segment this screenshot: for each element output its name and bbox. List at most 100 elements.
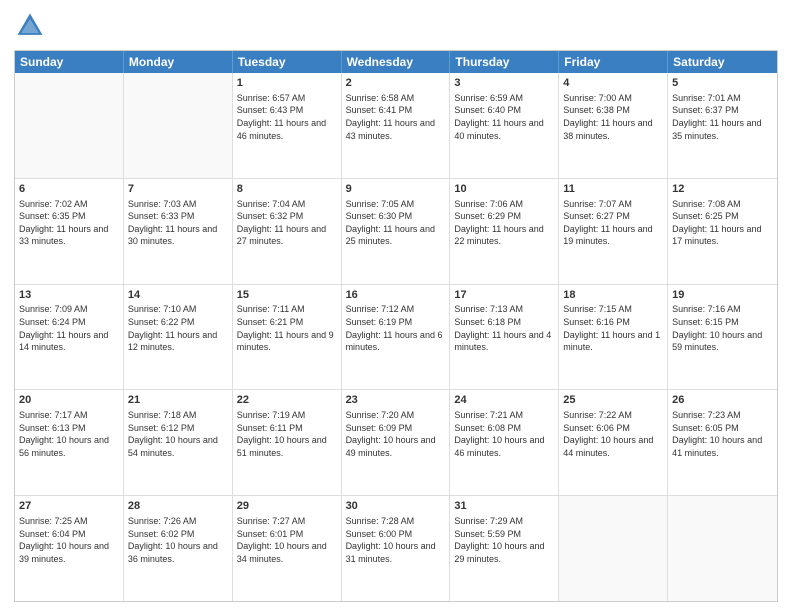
day-number: 31	[454, 499, 554, 514]
cal-cell-22: 22Sunrise: 7:19 AM Sunset: 6:11 PM Dayli…	[233, 390, 342, 495]
day-number: 20	[19, 393, 119, 408]
cal-cell-empty-0-0	[15, 73, 124, 178]
day-number: 28	[128, 499, 228, 514]
cell-info: Sunrise: 7:15 AM Sunset: 6:16 PM Dayligh…	[563, 303, 663, 353]
cell-info: Sunrise: 6:58 AM Sunset: 6:41 PM Dayligh…	[346, 92, 446, 142]
day-number: 4	[563, 76, 663, 91]
cal-cell-21: 21Sunrise: 7:18 AM Sunset: 6:12 PM Dayli…	[124, 390, 233, 495]
cell-info: Sunrise: 7:03 AM Sunset: 6:33 PM Dayligh…	[128, 198, 228, 248]
cell-info: Sunrise: 7:12 AM Sunset: 6:19 PM Dayligh…	[346, 303, 446, 353]
cal-cell-5: 5Sunrise: 7:01 AM Sunset: 6:37 PM Daylig…	[668, 73, 777, 178]
cal-cell-empty-4-6	[668, 496, 777, 601]
cal-cell-19: 19Sunrise: 7:16 AM Sunset: 6:15 PM Dayli…	[668, 285, 777, 390]
day-number: 22	[237, 393, 337, 408]
day-number: 19	[672, 288, 773, 303]
day-number: 26	[672, 393, 773, 408]
header-day-monday: Monday	[124, 51, 233, 73]
calendar-body: 1Sunrise: 6:57 AM Sunset: 6:43 PM Daylig…	[15, 73, 777, 601]
cal-cell-16: 16Sunrise: 7:12 AM Sunset: 6:19 PM Dayli…	[342, 285, 451, 390]
day-number: 9	[346, 182, 446, 197]
header-day-wednesday: Wednesday	[342, 51, 451, 73]
cell-info: Sunrise: 7:08 AM Sunset: 6:25 PM Dayligh…	[672, 198, 773, 248]
cell-info: Sunrise: 7:27 AM Sunset: 6:01 PM Dayligh…	[237, 515, 337, 565]
day-number: 6	[19, 182, 119, 197]
cell-info: Sunrise: 7:02 AM Sunset: 6:35 PM Dayligh…	[19, 198, 119, 248]
cal-cell-25: 25Sunrise: 7:22 AM Sunset: 6:06 PM Dayli…	[559, 390, 668, 495]
cal-cell-2: 2Sunrise: 6:58 AM Sunset: 6:41 PM Daylig…	[342, 73, 451, 178]
day-number: 15	[237, 288, 337, 303]
cell-info: Sunrise: 7:10 AM Sunset: 6:22 PM Dayligh…	[128, 303, 228, 353]
day-number: 1	[237, 76, 337, 91]
cell-info: Sunrise: 7:05 AM Sunset: 6:30 PM Dayligh…	[346, 198, 446, 248]
cell-info: Sunrise: 7:28 AM Sunset: 6:00 PM Dayligh…	[346, 515, 446, 565]
day-number: 24	[454, 393, 554, 408]
day-number: 16	[346, 288, 446, 303]
cal-cell-24: 24Sunrise: 7:21 AM Sunset: 6:08 PM Dayli…	[450, 390, 559, 495]
cell-info: Sunrise: 7:25 AM Sunset: 6:04 PM Dayligh…	[19, 515, 119, 565]
header-day-friday: Friday	[559, 51, 668, 73]
cal-cell-31: 31Sunrise: 7:29 AM Sunset: 5:59 PM Dayli…	[450, 496, 559, 601]
cal-cell-10: 10Sunrise: 7:06 AM Sunset: 6:29 PM Dayli…	[450, 179, 559, 284]
day-number: 11	[563, 182, 663, 197]
cell-info: Sunrise: 7:20 AM Sunset: 6:09 PM Dayligh…	[346, 409, 446, 459]
day-number: 30	[346, 499, 446, 514]
page: SundayMondayTuesdayWednesdayThursdayFrid…	[0, 0, 792, 612]
cal-cell-14: 14Sunrise: 7:10 AM Sunset: 6:22 PM Dayli…	[124, 285, 233, 390]
cell-info: Sunrise: 7:09 AM Sunset: 6:24 PM Dayligh…	[19, 303, 119, 353]
cell-info: Sunrise: 6:59 AM Sunset: 6:40 PM Dayligh…	[454, 92, 554, 142]
day-number: 3	[454, 76, 554, 91]
cell-info: Sunrise: 7:00 AM Sunset: 6:38 PM Dayligh…	[563, 92, 663, 142]
day-number: 2	[346, 76, 446, 91]
week-row-4: 20Sunrise: 7:17 AM Sunset: 6:13 PM Dayli…	[15, 390, 777, 496]
cell-info: Sunrise: 7:17 AM Sunset: 6:13 PM Dayligh…	[19, 409, 119, 459]
cell-info: Sunrise: 7:21 AM Sunset: 6:08 PM Dayligh…	[454, 409, 554, 459]
week-row-3: 13Sunrise: 7:09 AM Sunset: 6:24 PM Dayli…	[15, 285, 777, 391]
cell-info: Sunrise: 7:22 AM Sunset: 6:06 PM Dayligh…	[563, 409, 663, 459]
day-number: 13	[19, 288, 119, 303]
day-number: 29	[237, 499, 337, 514]
cal-cell-empty-0-1	[124, 73, 233, 178]
week-row-2: 6Sunrise: 7:02 AM Sunset: 6:35 PM Daylig…	[15, 179, 777, 285]
day-number: 25	[563, 393, 663, 408]
cell-info: Sunrise: 7:19 AM Sunset: 6:11 PM Dayligh…	[237, 409, 337, 459]
day-number: 17	[454, 288, 554, 303]
header-day-thursday: Thursday	[450, 51, 559, 73]
cal-cell-11: 11Sunrise: 7:07 AM Sunset: 6:27 PM Dayli…	[559, 179, 668, 284]
cal-cell-30: 30Sunrise: 7:28 AM Sunset: 6:00 PM Dayli…	[342, 496, 451, 601]
header-day-sunday: Sunday	[15, 51, 124, 73]
cal-cell-12: 12Sunrise: 7:08 AM Sunset: 6:25 PM Dayli…	[668, 179, 777, 284]
cal-cell-15: 15Sunrise: 7:11 AM Sunset: 6:21 PM Dayli…	[233, 285, 342, 390]
day-number: 10	[454, 182, 554, 197]
calendar-header: SundayMondayTuesdayWednesdayThursdayFrid…	[15, 51, 777, 73]
day-number: 5	[672, 76, 773, 91]
cell-info: Sunrise: 7:16 AM Sunset: 6:15 PM Dayligh…	[672, 303, 773, 353]
cal-cell-8: 8Sunrise: 7:04 AM Sunset: 6:32 PM Daylig…	[233, 179, 342, 284]
week-row-5: 27Sunrise: 7:25 AM Sunset: 6:04 PM Dayli…	[15, 496, 777, 601]
day-number: 27	[19, 499, 119, 514]
cal-cell-28: 28Sunrise: 7:26 AM Sunset: 6:02 PM Dayli…	[124, 496, 233, 601]
day-number: 23	[346, 393, 446, 408]
cell-info: Sunrise: 7:18 AM Sunset: 6:12 PM Dayligh…	[128, 409, 228, 459]
header-day-saturday: Saturday	[668, 51, 777, 73]
cal-cell-13: 13Sunrise: 7:09 AM Sunset: 6:24 PM Dayli…	[15, 285, 124, 390]
day-number: 14	[128, 288, 228, 303]
day-number: 8	[237, 182, 337, 197]
cal-cell-6: 6Sunrise: 7:02 AM Sunset: 6:35 PM Daylig…	[15, 179, 124, 284]
calendar: SundayMondayTuesdayWednesdayThursdayFrid…	[14, 50, 778, 602]
cal-cell-27: 27Sunrise: 7:25 AM Sunset: 6:04 PM Dayli…	[15, 496, 124, 601]
cal-cell-7: 7Sunrise: 7:03 AM Sunset: 6:33 PM Daylig…	[124, 179, 233, 284]
logo-icon	[14, 10, 46, 42]
cell-info: Sunrise: 7:01 AM Sunset: 6:37 PM Dayligh…	[672, 92, 773, 142]
cell-info: Sunrise: 7:11 AM Sunset: 6:21 PM Dayligh…	[237, 303, 337, 353]
cal-cell-18: 18Sunrise: 7:15 AM Sunset: 6:16 PM Dayli…	[559, 285, 668, 390]
day-number: 7	[128, 182, 228, 197]
cal-cell-20: 20Sunrise: 7:17 AM Sunset: 6:13 PM Dayli…	[15, 390, 124, 495]
header	[14, 10, 778, 42]
cal-cell-empty-4-5	[559, 496, 668, 601]
cal-cell-17: 17Sunrise: 7:13 AM Sunset: 6:18 PM Dayli…	[450, 285, 559, 390]
cell-info: Sunrise: 6:57 AM Sunset: 6:43 PM Dayligh…	[237, 92, 337, 142]
cell-info: Sunrise: 7:07 AM Sunset: 6:27 PM Dayligh…	[563, 198, 663, 248]
cal-cell-26: 26Sunrise: 7:23 AM Sunset: 6:05 PM Dayli…	[668, 390, 777, 495]
cell-info: Sunrise: 7:29 AM Sunset: 5:59 PM Dayligh…	[454, 515, 554, 565]
cal-cell-23: 23Sunrise: 7:20 AM Sunset: 6:09 PM Dayli…	[342, 390, 451, 495]
